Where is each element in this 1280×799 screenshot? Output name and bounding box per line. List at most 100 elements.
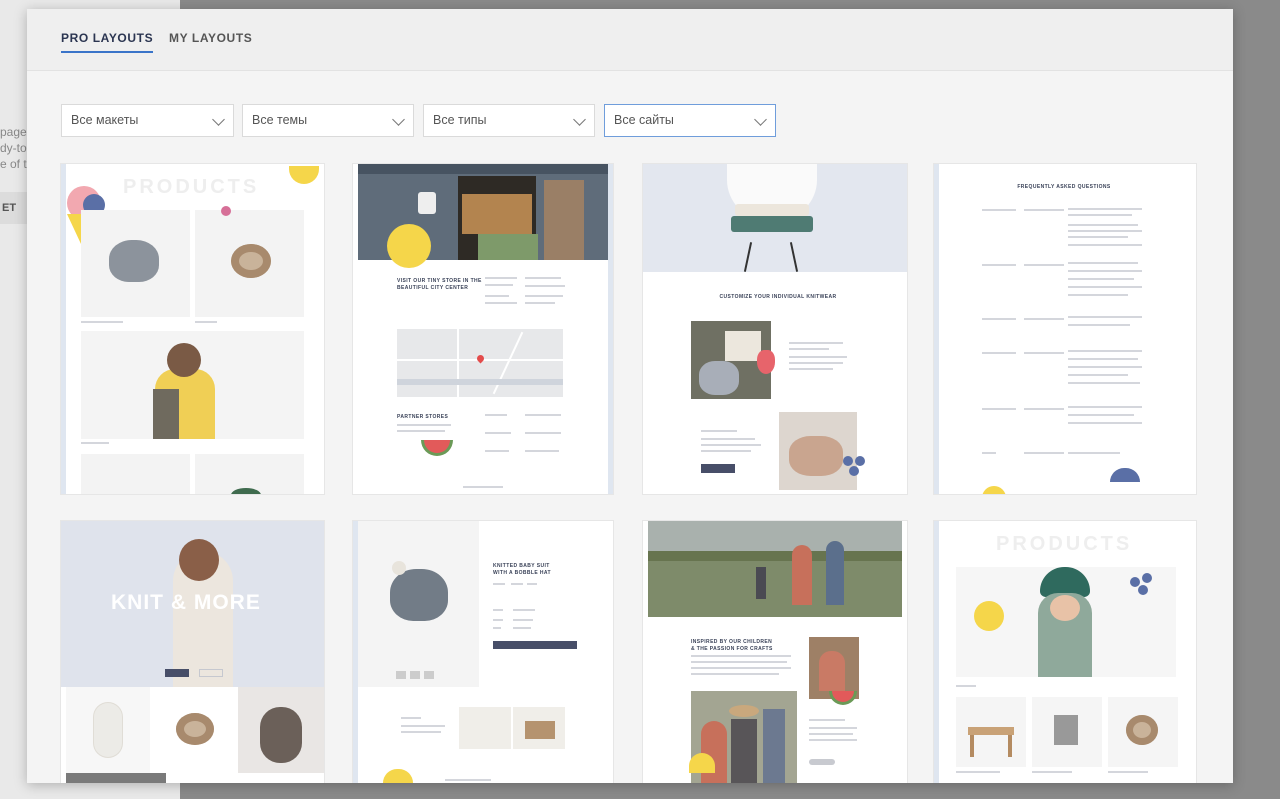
- faq-answer: [1068, 350, 1142, 352]
- faq-category: [982, 209, 1016, 211]
- text-line: [691, 661, 787, 663]
- faq-answer: [1068, 286, 1142, 288]
- card-edge: [61, 164, 66, 494]
- product-photo: [956, 697, 1026, 767]
- faq-answer: [1068, 414, 1134, 416]
- text-line: [397, 430, 445, 432]
- product-photo: [81, 454, 190, 494]
- text-line: [691, 667, 791, 669]
- chevron-down-icon: [754, 113, 767, 126]
- faq-answer: [1068, 366, 1142, 368]
- product-photo: [81, 331, 304, 439]
- faq-question: [1024, 352, 1064, 354]
- text-line: [401, 717, 421, 719]
- family-photo: [809, 637, 859, 699]
- faq-answer: [1068, 244, 1142, 246]
- product-caption: [81, 442, 109, 444]
- type-filter-select[interactable]: Все типы: [423, 104, 595, 137]
- layout-card-products[interactable]: PRODUCTS: [61, 164, 324, 494]
- faq-question: [1024, 452, 1064, 454]
- layout-filter-select[interactable]: Все макеты: [61, 104, 234, 137]
- watermelon-image: [421, 440, 453, 456]
- layout-card-knit-and-more[interactable]: KNIT & MORE: [61, 521, 324, 783]
- lemon-image: [289, 166, 319, 184]
- product-caption: [1032, 771, 1072, 773]
- section-heading: INSPIRED BY OUR CHILDREN & THE PASSION F…: [691, 639, 773, 652]
- card-edge: [608, 164, 613, 494]
- product-photo: [358, 521, 479, 687]
- text-line: [525, 295, 563, 297]
- text-line: [525, 285, 565, 287]
- faq-answer: [1068, 224, 1138, 226]
- text-line: [789, 348, 829, 350]
- watermelon-image: [829, 691, 857, 705]
- faq-question: [1024, 264, 1064, 266]
- text-line: [485, 302, 517, 304]
- cupcake-image: [221, 206, 231, 216]
- layout-card-products-alt[interactable]: PRODUCTS: [934, 521, 1196, 783]
- text-line: [525, 432, 561, 434]
- text-line: [511, 583, 523, 585]
- text-line: [513, 609, 535, 611]
- theme-filter-select[interactable]: Все темы: [242, 104, 414, 137]
- text-line: [485, 295, 509, 297]
- background-text: e of t: [0, 157, 27, 171]
- tab-pro-layouts[interactable]: PRO LAYOUTS: [61, 31, 154, 53]
- product-photo: [66, 687, 150, 773]
- text-line: [485, 414, 507, 416]
- faq-answer: [1068, 316, 1142, 318]
- sun-image: [383, 769, 413, 783]
- layout-library-modal: PRO LAYOUTS MY LAYOUTS Все макеты Все те…: [27, 9, 1233, 783]
- product-photo: [238, 687, 324, 773]
- text-line: [809, 719, 845, 721]
- product-photo: [195, 454, 304, 494]
- site-filter-select[interactable]: Все сайты: [604, 104, 776, 137]
- faq-answer: [1068, 358, 1138, 360]
- text-line: [789, 368, 833, 370]
- blueberry-image: [843, 456, 853, 466]
- text-line: [701, 430, 737, 432]
- layout-title: PRODUCTS: [996, 533, 1133, 555]
- layout-card-about[interactable]: INSPIRED BY OUR CHILDREN & THE PASSION F…: [643, 521, 907, 783]
- text-line: [513, 627, 531, 629]
- text-line: [691, 673, 779, 675]
- layout-card-store[interactable]: VISIT OUR TINY STORE IN THE BEAUTIFUL CI…: [353, 164, 613, 494]
- background-text: page.: [0, 125, 31, 139]
- faq-question: [1024, 408, 1064, 410]
- faq-answer: [1068, 230, 1142, 232]
- product-photo: [1108, 697, 1178, 767]
- text-line: [485, 450, 509, 452]
- text-line: [701, 438, 755, 440]
- text-line: [493, 619, 503, 621]
- card-edge: [934, 164, 939, 494]
- layout-card-faq[interactable]: FREQUENTLY ASKED QUESTIONS: [934, 164, 1196, 494]
- strawberry-image: [757, 350, 775, 374]
- select-value: Все сайты: [614, 113, 674, 127]
- layout-card-product-page[interactable]: KNITTED BABY SUIT WITH A BOBBLE HAT: [353, 521, 613, 783]
- text-line: [789, 342, 843, 344]
- product-photo: [1032, 697, 1102, 767]
- faq-category: [982, 352, 1016, 354]
- faq-answer: [1068, 324, 1130, 326]
- text-line: [463, 486, 503, 488]
- faq-answer: [1068, 294, 1128, 296]
- text-line: [445, 779, 491, 781]
- layout-card-knitwear[interactable]: CUSTOMIZE YOUR INDIVIDUAL KNITWEAR: [643, 164, 907, 494]
- product-photo: [195, 210, 304, 317]
- tab-my-layouts[interactable]: MY LAYOUTS: [169, 31, 252, 51]
- faq-answer: [1068, 382, 1140, 384]
- text-line: [701, 444, 761, 446]
- text-line: [485, 284, 513, 286]
- faq-answer: [1068, 406, 1142, 408]
- product-photo: [513, 707, 565, 749]
- hands-photo: [779, 412, 857, 490]
- product-caption: [956, 771, 1000, 773]
- text-line: [809, 739, 857, 741]
- text-line: [691, 655, 791, 657]
- text-line: [485, 277, 517, 279]
- faq-category: [982, 318, 1016, 320]
- tab-bar: PRO LAYOUTS MY LAYOUTS: [27, 9, 1233, 71]
- select-value: Все макеты: [71, 113, 139, 127]
- faq-answer: [1068, 374, 1128, 376]
- sun-image: [387, 224, 431, 268]
